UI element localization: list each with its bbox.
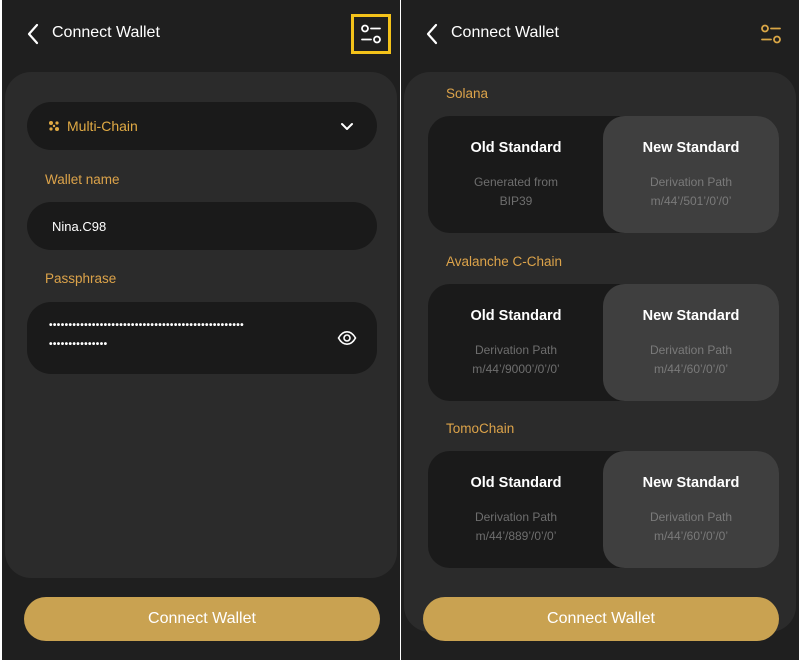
- standard-toggle-solana: Old Standard Generated from BIP39 New St…: [428, 116, 779, 233]
- filter-settings-icon: [361, 24, 381, 44]
- passphrase-label: Passphrase: [45, 271, 117, 286]
- option-description: Derivation Path m/44’/889’/0’/0’: [474, 510, 558, 543]
- wallet-name-label: Wallet name: [45, 172, 120, 187]
- option-description: Derivation Path m/44’/60’/0’/0’: [649, 510, 733, 543]
- eye-icon[interactable]: [337, 328, 357, 348]
- new-standard-option[interactable]: New Standard Derivation Path m/44’/501’/…: [603, 116, 779, 233]
- new-standard-option[interactable]: New Standard Derivation Path m/44’/60’/0…: [603, 451, 779, 568]
- option-name: New Standard: [642, 475, 740, 491]
- old-standard-option[interactable]: Old Standard Derivation Path m/44’/9000’…: [428, 284, 604, 401]
- derivation-card: Solana Old Standard Generated from BIP39…: [404, 72, 796, 632]
- page-title: Connect Wallet: [52, 24, 160, 41]
- option-name: Old Standard: [470, 475, 562, 491]
- option-description: Generated from BIP39: [473, 175, 559, 208]
- passphrase-masked-line-1: ••••••••••••••••••••••••••••••••••••••••…: [49, 320, 245, 331]
- option-description: Derivation Path m/44’/60’/0’/0’: [649, 343, 733, 376]
- back-arrow-icon[interactable]: [421, 20, 445, 48]
- standard-toggle-avalanche: Old Standard Derivation Path m/44’/9000’…: [428, 284, 779, 401]
- standard-toggle-tomochain: Old Standard Derivation Path m/44’/889’/…: [428, 451, 779, 568]
- passphrase-masked-line-2: •••••••••••••••: [49, 339, 108, 350]
- section-title-avalanche: Avalanche C-Chain: [446, 254, 563, 269]
- wallet-form-card: Multi-Chain Wallet name Nina.C98 Passphr…: [5, 72, 397, 578]
- filter-settings-icon: [761, 24, 781, 44]
- option-name: New Standard: [642, 308, 740, 324]
- connect-wallet-button[interactable]: Connect Wallet: [423, 597, 779, 641]
- header: Connect Wallet: [401, 0, 799, 68]
- wallet-form-screen: Connect Wallet Multi-Chain Wallet name N…: [2, 0, 400, 660]
- multi-chain-icon: [49, 121, 59, 131]
- section-title-tomochain: TomoChain: [446, 421, 515, 436]
- section-title-solana: Solana: [446, 86, 489, 101]
- connect-wallet-button[interactable]: Connect Wallet: [24, 597, 380, 641]
- chain-select-dropdown[interactable]: Multi-Chain: [27, 102, 377, 150]
- page-title: Connect Wallet: [451, 24, 559, 41]
- derivation-settings-screen: Connect Wallet Solana Old Standard Gener…: [401, 0, 799, 660]
- chevron-down-icon: [341, 123, 353, 130]
- filter-settings-button[interactable]: [351, 14, 391, 54]
- header: Connect Wallet: [2, 0, 400, 68]
- option-name: Old Standard: [470, 308, 562, 324]
- option-name: New Standard: [642, 140, 740, 156]
- back-arrow-icon[interactable]: [22, 20, 46, 48]
- new-standard-option[interactable]: New Standard Derivation Path m/44’/60’/0…: [603, 284, 779, 401]
- passphrase-input[interactable]: ••••••••••••••••••••••••••••••••••••••••…: [27, 302, 377, 374]
- old-standard-option[interactable]: Old Standard Derivation Path m/44’/889’/…: [428, 451, 604, 568]
- chain-select-label: Multi-Chain: [67, 118, 138, 134]
- option-description: Derivation Path m/44’/9000’/0’/0’: [472, 343, 560, 376]
- wallet-name-input[interactable]: Nina.C98: [27, 202, 377, 250]
- filter-settings-button[interactable]: [751, 14, 791, 54]
- option-description: Derivation Path m/44’/501’/0’/0’: [649, 175, 733, 208]
- old-standard-option[interactable]: Old Standard Generated from BIP39: [428, 116, 604, 233]
- option-name: Old Standard: [470, 140, 562, 156]
